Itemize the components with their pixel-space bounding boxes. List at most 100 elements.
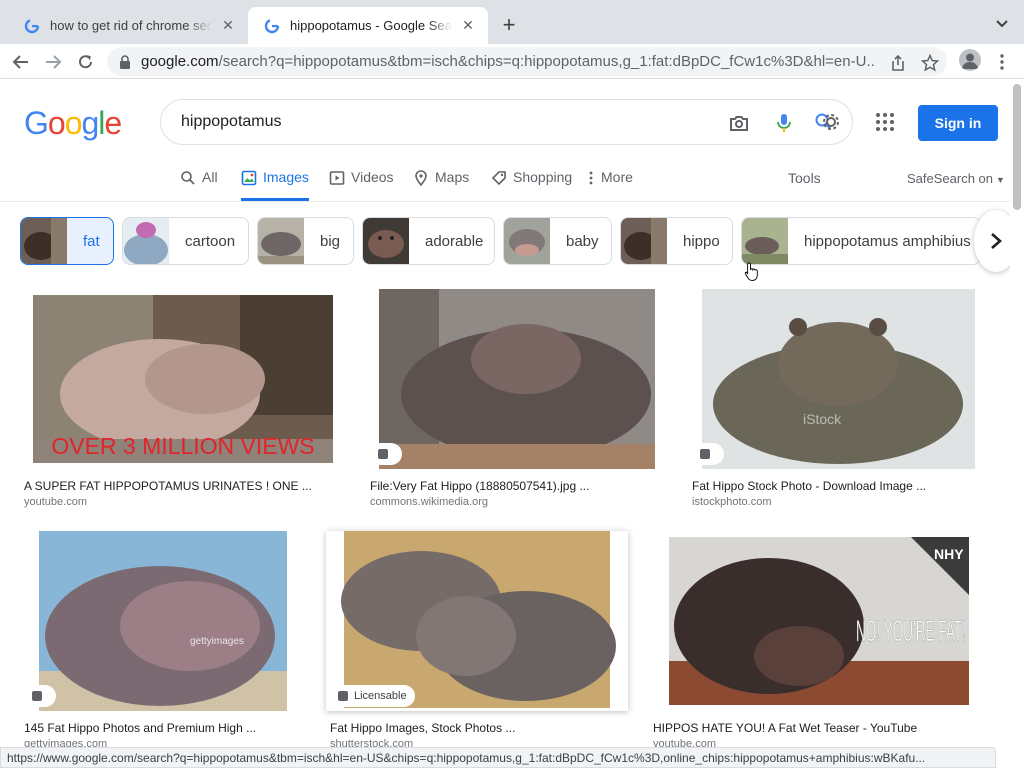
chip-big[interactable]: big (257, 217, 354, 265)
microphone-icon[interactable] (773, 112, 795, 134)
video-icon (329, 171, 345, 185)
close-icon[interactable]: ✕ (458, 16, 478, 36)
tag-icon (491, 171, 506, 186)
hippo-photo: OVER 3 MILLION VIEWS (33, 295, 333, 463)
search-nav-tabs: All Images Videos Maps Shopping More Too… (0, 160, 1010, 202)
tab-label: Shopping (513, 169, 573, 185)
chip-hippopotamus-amphibius[interactable]: hippopotamus amphibius (741, 217, 981, 265)
chip-label: adorable (425, 232, 484, 250)
tools-button[interactable]: Tools (788, 170, 821, 186)
browser-tab-2[interactable]: hippopotamus - Google Search ✕ (248, 7, 488, 44)
search-input[interactable] (181, 113, 681, 131)
safesearch-button[interactable]: SafeSearch on ▼ (907, 171, 1005, 186)
tab-label: Videos (351, 169, 394, 185)
star-icon[interactable] (921, 54, 939, 72)
camera-icon[interactable] (728, 112, 750, 134)
browser-tab-1[interactable]: how to get rid of chrome secur ✕ (8, 7, 248, 44)
result-title[interactable]: HIPPOS HATE YOU! A Fat Wet Teaser - YouT… (653, 721, 917, 735)
url-text[interactable]: google.com/search?q=hippopotamus&tbm=isc… (141, 53, 876, 70)
result-source[interactable]: commons.wikimedia.org (370, 496, 488, 508)
licensable-badge: Licensable (330, 685, 415, 707)
chip-label: hippo (683, 232, 720, 250)
tab-shopping[interactable]: Shopping (491, 169, 572, 201)
image-result[interactable]: File:Very Fat Hippo (18880507541).jpg ..… (366, 289, 668, 509)
sign-in-button[interactable]: Sign in (918, 105, 998, 141)
forward-icon[interactable] (40, 49, 66, 75)
lens-settings-icon[interactable] (813, 110, 839, 136)
new-tab-icon[interactable]: + (497, 12, 521, 37)
tab-strip: how to get rid of chrome secur ✕ hippopo… (0, 0, 1024, 44)
google-favicon-icon (24, 18, 40, 33)
profile-avatar-icon[interactable] (959, 49, 981, 71)
chevron-down-icon[interactable] (992, 14, 1012, 34)
result-thumbnail[interactable]: OVER 3 MILLION VIEWS (20, 289, 346, 469)
tab-videos[interactable]: Videos (329, 169, 394, 201)
tab-maps[interactable]: Maps (413, 169, 469, 201)
result-title[interactable]: A SUPER FAT HIPPOPOTAMUS URINATES ! ONE … (24, 479, 312, 493)
chip-cartoon[interactable]: cartoon (122, 217, 249, 265)
lock-icon[interactable] (119, 54, 131, 69)
result-title[interactable]: Fat Hippo Stock Photo - Download Image .… (692, 479, 926, 493)
result-source[interactable]: istockphoto.com (692, 496, 771, 508)
chip-thumbnail (21, 218, 67, 264)
tab-label: Maps (435, 169, 470, 185)
refinement-chips: fat cartoon big adorable baby hippo hipp… (20, 217, 1010, 265)
google-apps-icon[interactable] (874, 111, 896, 133)
chip-hippo[interactable]: hippo (620, 217, 733, 265)
image-result[interactable]: OVER 3 MILLION VIEWS A SUPER FAT HIPPOPO… (20, 289, 346, 509)
watermark-text: gettyimages (190, 636, 244, 647)
image-result[interactable]: NHY NO! YOU'RE FAT! HIPPOS HATE YOU! A F… (649, 531, 988, 751)
overlay-text: OVER 3 MILLION VIEWS (51, 433, 314, 459)
search-icon (181, 171, 195, 185)
google-favicon-icon (264, 18, 280, 33)
chip-baby[interactable]: baby (503, 217, 612, 265)
hippo-photo (341, 531, 616, 708)
chip-adorable[interactable]: adorable (362, 217, 495, 265)
overlay-text: NO! YOU'RE FAT! (856, 615, 966, 648)
status-bar: https://www.google.com/search?q=hippopot… (0, 747, 996, 768)
result-thumbnail[interactable]: iStock (688, 289, 988, 469)
page-scrollbar[interactable] (1010, 80, 1024, 768)
result-source[interactable]: youtube.com (24, 496, 87, 508)
tab-images[interactable]: Images (241, 169, 309, 201)
result-thumbnail[interactable] (366, 289, 668, 469)
result-title[interactable]: File:Very Fat Hippo (18880507541).jpg ..… (370, 479, 589, 493)
chip-label: big (320, 232, 341, 250)
chip-fat[interactable]: fat (20, 217, 114, 265)
image-icon (378, 449, 388, 459)
chip-thumbnail (258, 218, 304, 264)
chip-label: cartoon (185, 232, 236, 250)
address-bar[interactable]: google.com/search?q=hippopotamus&tbm=isc… (107, 47, 947, 76)
image-result[interactable]: iStock Fat Hippo Stock Photo - Download … (688, 289, 988, 509)
result-thumbnail[interactable]: NHY NO! YOU'RE FAT! (649, 531, 988, 711)
tab-more[interactable]: More (587, 169, 633, 201)
hippo-photo: gettyimages (39, 531, 287, 711)
image-icon (338, 691, 348, 701)
tab-all[interactable]: All (180, 169, 218, 201)
close-icon[interactable]: ✕ (218, 16, 238, 36)
tab-label: Images (263, 169, 309, 185)
image-icon (241, 170, 257, 186)
reload-icon[interactable] (73, 49, 99, 75)
result-title[interactable]: 145 Fat Hippo Photos and Premium High ..… (24, 721, 256, 735)
image-result[interactable]: gettyimages 145 Fat Hippo Photos and Pre… (20, 531, 306, 751)
google-logo[interactable]: Google (24, 105, 122, 142)
result-thumbnail[interactable]: Licensable (326, 531, 628, 711)
image-result[interactable]: Licensable Fat Hippo Images, Stock Photo… (326, 531, 628, 751)
chip-label: hippopotamus amphibius (804, 232, 971, 250)
chip-label: baby (566, 232, 599, 250)
back-icon[interactable] (8, 49, 34, 75)
result-thumbnail[interactable]: gettyimages (20, 531, 306, 711)
hippo-photo: NHY NO! YOU'RE FAT! (669, 537, 969, 705)
chip-thumbnail (504, 218, 550, 264)
browser-menu-icon[interactable] (996, 53, 1008, 71)
result-title[interactable]: Fat Hippo Images, Stock Photos ... (330, 721, 515, 735)
share-icon[interactable] (889, 54, 907, 72)
hippo-photo: iStock (702, 289, 975, 469)
tab-title: hippopotamus - Google Search (290, 18, 452, 33)
chip-label: fat (83, 232, 100, 250)
image-badge (24, 685, 56, 707)
scrollbar-thumb[interactable] (1013, 84, 1021, 210)
watermark-text: iStock (803, 411, 842, 427)
corner-text: NHY (934, 546, 964, 562)
